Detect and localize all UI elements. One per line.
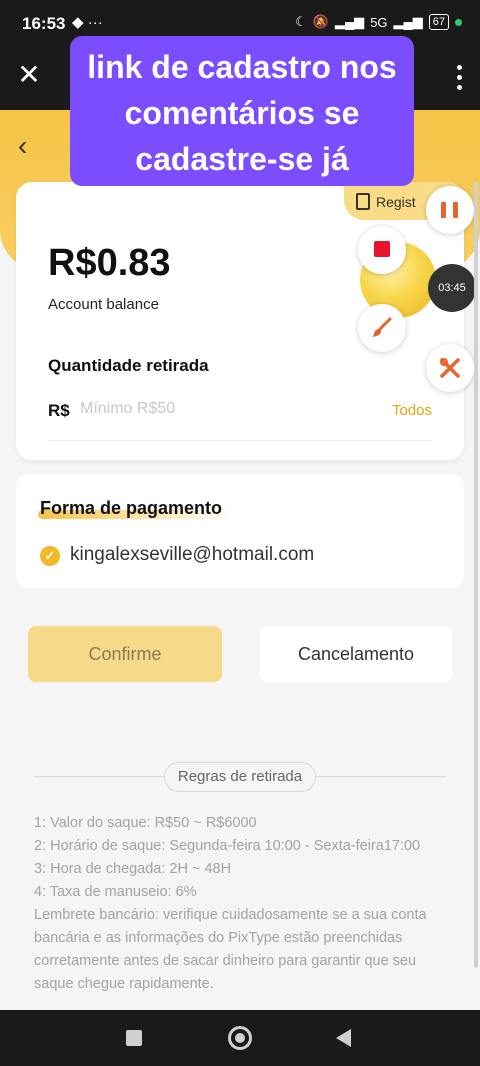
mute-icon: 🔕 xyxy=(312,14,329,29)
signal-icon: ▂▄▆ xyxy=(334,14,365,29)
confirm-button[interactable]: Confirme xyxy=(28,626,222,682)
check-icon[interactable]: ✓ xyxy=(40,546,60,566)
stop-recording-button[interactable] xyxy=(358,226,406,274)
withdraw-amount-label: Quantidade retirada xyxy=(48,356,209,375)
tools-button[interactable] xyxy=(426,344,474,392)
rule-item: 1: Valor do saque: R$50 ~ R$6000 xyxy=(34,815,257,831)
scrollbar[interactable] xyxy=(474,182,478,968)
moon-icon: ☾ xyxy=(295,14,307,29)
overlay-line: cadastre-se já xyxy=(135,141,349,177)
close-icon[interactable]: ✕ xyxy=(14,60,44,90)
brush-icon xyxy=(373,317,392,337)
status-icons: ☾ 🔕 ▂▄▆ 5G ▂▄▆ 67 xyxy=(295,14,462,30)
brush-button[interactable] xyxy=(358,304,406,352)
rule-item: 4: Taxa de manuseio: 6% xyxy=(34,884,197,900)
back-arrow-icon[interactable]: ‹ xyxy=(18,130,27,162)
signal-icon-2: ▂▄▆ xyxy=(393,14,423,29)
more-options-icon[interactable] xyxy=(454,62,464,92)
recording-timer[interactable]: 03:45 xyxy=(428,264,476,312)
notification-icons: ◆ ··· xyxy=(72,14,103,31)
rules-title: Regras de retirada xyxy=(164,762,316,792)
currency-prefix: R$ xyxy=(48,401,70,420)
home-icon[interactable] xyxy=(228,1026,252,1050)
pause-recording-button[interactable] xyxy=(426,186,474,234)
network-type: 5G xyxy=(370,14,388,30)
rule-item: Lembrete bancário: verifique cuidadosame… xyxy=(34,907,427,992)
rules-list: 1: Valor do saque: R$50 ~ R$6000 2: Horá… xyxy=(34,812,454,996)
payment-method-title: Forma de pagamento xyxy=(40,498,223,518)
recents-icon[interactable] xyxy=(126,1030,142,1046)
rule-item: 3: Hora de chegada: 2H ~ 48H xyxy=(34,861,232,877)
balance-label: Account balance xyxy=(48,296,159,313)
input-divider xyxy=(48,440,432,441)
privacy-dot xyxy=(455,18,462,26)
back-icon[interactable] xyxy=(336,1029,351,1047)
payment-method-card: Forma de pagamento ✓ kingalexseville@hot… xyxy=(16,474,464,588)
withdraw-all-link[interactable]: Todos xyxy=(392,402,432,419)
overlay-caption: link de cadastro nos comentários se cada… xyxy=(70,36,414,186)
payment-email[interactable]: kingalexseville@hotmail.com xyxy=(70,544,314,566)
stop-icon xyxy=(374,241,390,257)
balance-value: R$0.83 xyxy=(48,242,171,284)
overlay-line: comentários se xyxy=(124,95,360,131)
cancel-button[interactable]: Cancelamento xyxy=(260,626,452,682)
overlay-line: link de cadastro nos xyxy=(87,49,397,85)
tools-icon xyxy=(440,358,460,378)
records-label: Regist xyxy=(376,194,416,210)
battery-icon: 67 xyxy=(428,14,449,30)
status-time: 16:53 xyxy=(22,14,66,33)
rule-item: 2: Horário de saque: Segunda-feira 10:00… xyxy=(34,838,421,854)
amount-input[interactable] xyxy=(80,394,320,424)
records-icon xyxy=(356,193,370,210)
system-nav-bar xyxy=(0,1010,480,1066)
